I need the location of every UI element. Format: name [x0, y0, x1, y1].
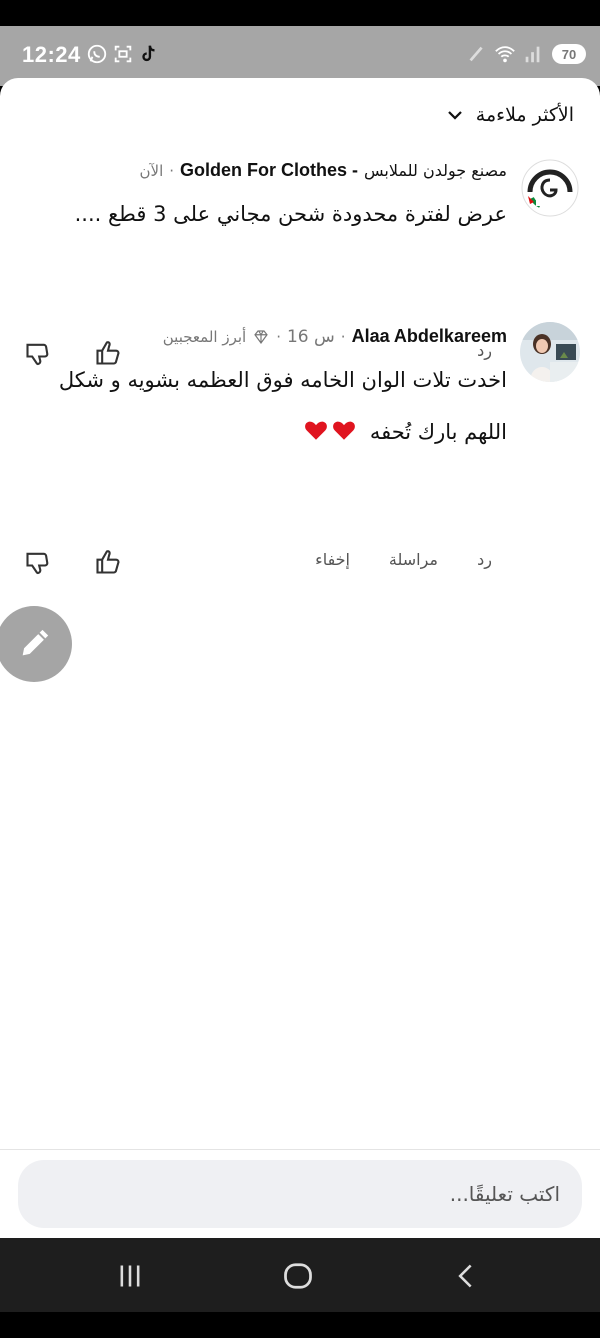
- composer-divider: [0, 1149, 600, 1150]
- signal-icon: [522, 43, 544, 65]
- comment-text-line: اللهم بارك تُحفه: [303, 406, 507, 458]
- battery-indicator: 70: [552, 44, 586, 64]
- comment-time: 16 س: [286, 326, 335, 347]
- message-button[interactable]: مراسلة: [389, 550, 438, 569]
- like-icon[interactable]: [94, 548, 122, 576]
- heart-icon: [305, 421, 328, 440]
- avatar[interactable]: [520, 158, 580, 218]
- recent-apps-icon: [120, 1265, 140, 1287]
- chevron-down-icon: [447, 111, 462, 120]
- avatar[interactable]: [520, 322, 580, 382]
- recent-apps-button[interactable]: [110, 1256, 150, 1296]
- top-fan-badge: أبرز المعجبين: [162, 327, 247, 346]
- tiktok-icon: [138, 43, 160, 65]
- back-button[interactable]: [446, 1256, 486, 1296]
- diamond-icon: [254, 329, 268, 344]
- sort-dropdown[interactable]: الأكثر ملاءمة: [446, 104, 574, 126]
- author-name-arabic[interactable]: مصنع جولدن للملابس: [364, 161, 507, 180]
- dislike-icon[interactable]: [24, 548, 52, 576]
- screenshot-icon: [112, 43, 134, 65]
- reply-button[interactable]: رد: [477, 550, 492, 569]
- separator-dot: ·: [276, 327, 281, 346]
- comment-text-line: اخدت تلات الوان الخامه فوق العظمه بشويه …: [58, 368, 507, 392]
- sort-label: الأكثر ملاءمة: [475, 104, 574, 126]
- edit-fab-button[interactable]: [0, 606, 72, 682]
- comment-input[interactable]: اكتب تعليقًا...: [18, 1160, 582, 1228]
- hide-button[interactable]: إخفاء: [315, 550, 350, 569]
- status-time: 12:24: [22, 42, 81, 67]
- separator-dot: ·: [340, 327, 346, 346]
- comment-text-words: اللهم بارك تُحفه: [369, 420, 507, 444]
- wifi-icon: [494, 43, 516, 65]
- heart-icon: [333, 421, 356, 440]
- pencil-icon: [22, 629, 49, 656]
- comment-text: عرض لفترة محدودة شحن مجاني على 3 قطع ...…: [74, 202, 507, 226]
- comment-actions: رد مراسلة إخفاء: [0, 546, 600, 586]
- status-bar: 12:24 70: [0, 26, 600, 86]
- comments-sheet: الأكثر ملاءمة مصنع جولدن للملابس Golden …: [0, 78, 600, 1238]
- comment-time: الآن: [139, 161, 164, 180]
- dislike-icon[interactable]: [24, 339, 52, 367]
- pen-status-icon: [466, 43, 488, 65]
- home-button[interactable]: [278, 1256, 318, 1296]
- system-nav-bar: [0, 1238, 600, 1312]
- author-name[interactable]: Golden For Clothes -: [180, 160, 358, 181]
- whatsapp-icon: [86, 43, 108, 65]
- separator-dot: ·: [169, 161, 175, 180]
- author-name[interactable]: Alaa Abdelkareem: [352, 326, 507, 347]
- comment-input-placeholder: اكتب تعليقًا...: [449, 1182, 560, 1206]
- home-icon: [284, 1263, 312, 1289]
- back-icon: [458, 1264, 472, 1288]
